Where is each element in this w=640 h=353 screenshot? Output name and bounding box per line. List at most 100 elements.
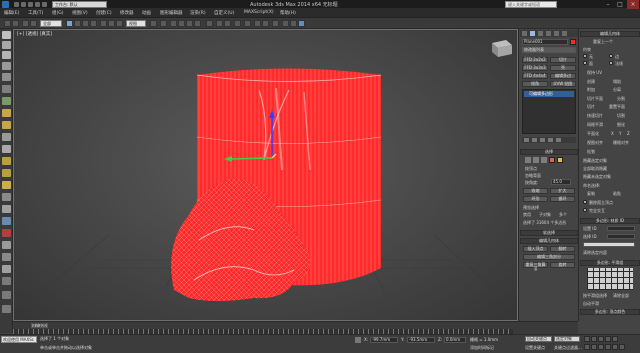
mod-btn-ffd4[interactable]: FFD 4x4x4: [522, 73, 548, 79]
edit-triangulation-button[interactable]: 编辑三角剖分: [523, 254, 575, 260]
flip-button[interactable]: 翻转: [550, 246, 575, 252]
constraint-none-radio[interactable]: [583, 54, 587, 58]
smoothing-groups-header[interactable]: 多边形: 平滑组: [580, 260, 640, 266]
graphite-tool-icon-6[interactable]: [2, 85, 11, 93]
repeat-last-button[interactable]: 重复上一个: [593, 39, 613, 45]
timeline[interactable]: 0 / 100: [13, 321, 578, 334]
menu-create[interactable]: 创建(C): [96, 10, 112, 16]
next-frame-icon[interactable]: [605, 336, 611, 342]
named-sel-icon[interactable]: [206, 20, 213, 27]
graphite-tool-icon-4[interactable]: [2, 62, 11, 70]
hide-unselected-button[interactable]: 隐藏未选定对象: [583, 174, 611, 180]
slice-button[interactable]: 切片: [587, 104, 595, 110]
selection-filter-dropdown[interactable]: 全部: [40, 20, 62, 27]
graphite-tool-icon-21[interactable]: [2, 265, 11, 273]
redo-icon[interactable]: [42, 2, 47, 7]
graphite-tool-icon-14[interactable]: [2, 181, 11, 189]
maximize-icon[interactable]: □: [614, 0, 626, 9]
graphite-tool-icon-5[interactable]: [2, 73, 11, 81]
app-menu-icon[interactable]: [2, 1, 9, 8]
split-check[interactable]: 分割: [617, 96, 625, 102]
clear-all-button[interactable]: 清除全部: [613, 293, 629, 299]
graphite-tool-icon-24[interactable]: [2, 305, 11, 313]
rollout-title[interactable]: 编辑几何体: [580, 31, 640, 37]
by-angle-check[interactable]: 按角度:: [525, 180, 538, 186]
graphite-tool-icon-12[interactable]: [2, 157, 11, 165]
create-tab-icon[interactable]: [522, 31, 527, 36]
preview-subobject-radio[interactable]: 子对象: [539, 212, 551, 218]
rendered-frame-icon[interactable]: [290, 20, 297, 27]
retriangulate-button[interactable]: 重复三角算法: [523, 262, 548, 271]
unhide-all-button[interactable]: 全部取消隐藏: [583, 166, 607, 172]
edit-geometry-header[interactable]: 编辑几何体: [520, 238, 578, 244]
search-input[interactable]: 键入关键字或短语: [505, 1, 557, 8]
menu-animation[interactable]: 动画: [142, 10, 151, 16]
undo-tool-icon[interactable]: [4, 20, 11, 27]
relax-button[interactable]: 松弛: [587, 149, 595, 155]
hierarchy-tab-icon[interactable]: [538, 31, 543, 36]
material-ids-header[interactable]: 多边形: 材质 ID: [580, 218, 640, 224]
configure-sets-icon[interactable]: [556, 138, 561, 142]
graphite-icon[interactable]: [244, 20, 251, 27]
constraint-face-radio[interactable]: [583, 61, 587, 65]
graphite-tool-icon-7[interactable]: [2, 97, 11, 105]
tessellate-button[interactable]: 细化: [617, 122, 625, 128]
menu-graph-editors[interactable]: 图形编辑器: [160, 10, 183, 16]
rotate-icon[interactable]: [108, 20, 115, 27]
turn-button[interactable]: 旋转: [550, 262, 575, 268]
copy-button[interactable]: 复制: [587, 191, 595, 197]
grid-align-button[interactable]: 栅格对齐: [613, 140, 629, 146]
graphite-tool-icon-3[interactable]: [2, 51, 11, 59]
curve-editor-icon[interactable]: [254, 20, 261, 27]
zoom-extents-icon[interactable]: [598, 344, 604, 350]
window-crossing-icon[interactable]: [90, 20, 97, 27]
stack-item-editable-poly[interactable]: 可编辑多边形: [524, 91, 574, 97]
smoothing-groups-grid[interactable]: [587, 268, 633, 290]
modifier-stack[interactable]: 可编辑多边形: [522, 89, 576, 134]
graphite-tool-icon-15[interactable]: [2, 193, 11, 201]
border-mode-icon[interactable]: [541, 157, 547, 163]
reference-coord-dropdown[interactable]: 视图: [126, 20, 146, 27]
by-vertex-check[interactable]: 按顶点: [525, 166, 537, 172]
graphite-tool-icon-20[interactable]: [2, 253, 11, 261]
utilities-tab-icon[interactable]: [562, 31, 567, 36]
grow-button[interactable]: 扩大: [550, 188, 575, 194]
menu-help[interactable]: 帮助(H): [280, 10, 296, 16]
open-file-icon[interactable]: [21, 2, 26, 7]
perspective-viewport[interactable]: [+] [透视] [真实]: [13, 29, 518, 321]
loop-button[interactable]: 循环: [550, 196, 575, 202]
select-manipulate-icon[interactable]: [160, 20, 167, 27]
reset-plane-button[interactable]: 重置平面: [609, 104, 625, 110]
zoom-all-icon[interactable]: [591, 344, 597, 350]
maximize-viewport-icon[interactable]: [619, 344, 625, 350]
link-icon[interactable]: [22, 20, 29, 27]
play-icon[interactable]: [598, 336, 604, 342]
hide-selected-button[interactable]: 隐藏选定对象: [583, 158, 607, 164]
mod-btn-slice[interactable]: 切片: [550, 57, 576, 63]
vertex-mode-icon[interactable]: [525, 157, 531, 163]
vertex-colors-header[interactable]: 多边形: 顶点颜色: [580, 309, 640, 315]
layer-manager-icon[interactable]: [234, 20, 241, 27]
edge-mode-icon[interactable]: [533, 157, 539, 163]
render-production-icon[interactable]: [298, 20, 305, 27]
pin-stack-icon[interactable]: [524, 138, 529, 142]
new-file-icon[interactable]: [14, 2, 19, 7]
mod-btn-bevel[interactable]: 倾角: [522, 81, 548, 87]
view-align-button[interactable]: 视图对齐: [587, 140, 603, 146]
snaps-toggle-icon[interactable]: [170, 20, 177, 27]
rect-selection-icon[interactable]: [82, 20, 89, 27]
display-tab-icon[interactable]: [554, 31, 559, 36]
graphite-tool-icon-11[interactable]: [2, 145, 11, 153]
pivot-center-icon[interactable]: [150, 20, 157, 27]
preserve-uv-check[interactable]: 保持 UV: [587, 70, 602, 76]
collapse-button[interactable]: 塌陷: [613, 79, 621, 85]
planar-x-button[interactable]: X: [611, 131, 614, 136]
element-mode-icon[interactable]: [557, 157, 563, 163]
graphite-tool-icon-18[interactable]: [2, 229, 11, 237]
soft-selection-header[interactable]: 软选择: [520, 230, 578, 236]
align-icon[interactable]: [224, 20, 231, 27]
time-slider[interactable]: 0 / 100: [31, 323, 48, 328]
paste-button[interactable]: 粘贴: [613, 191, 621, 197]
select-object-icon[interactable]: [66, 20, 73, 27]
save-file-icon[interactable]: [28, 2, 33, 7]
